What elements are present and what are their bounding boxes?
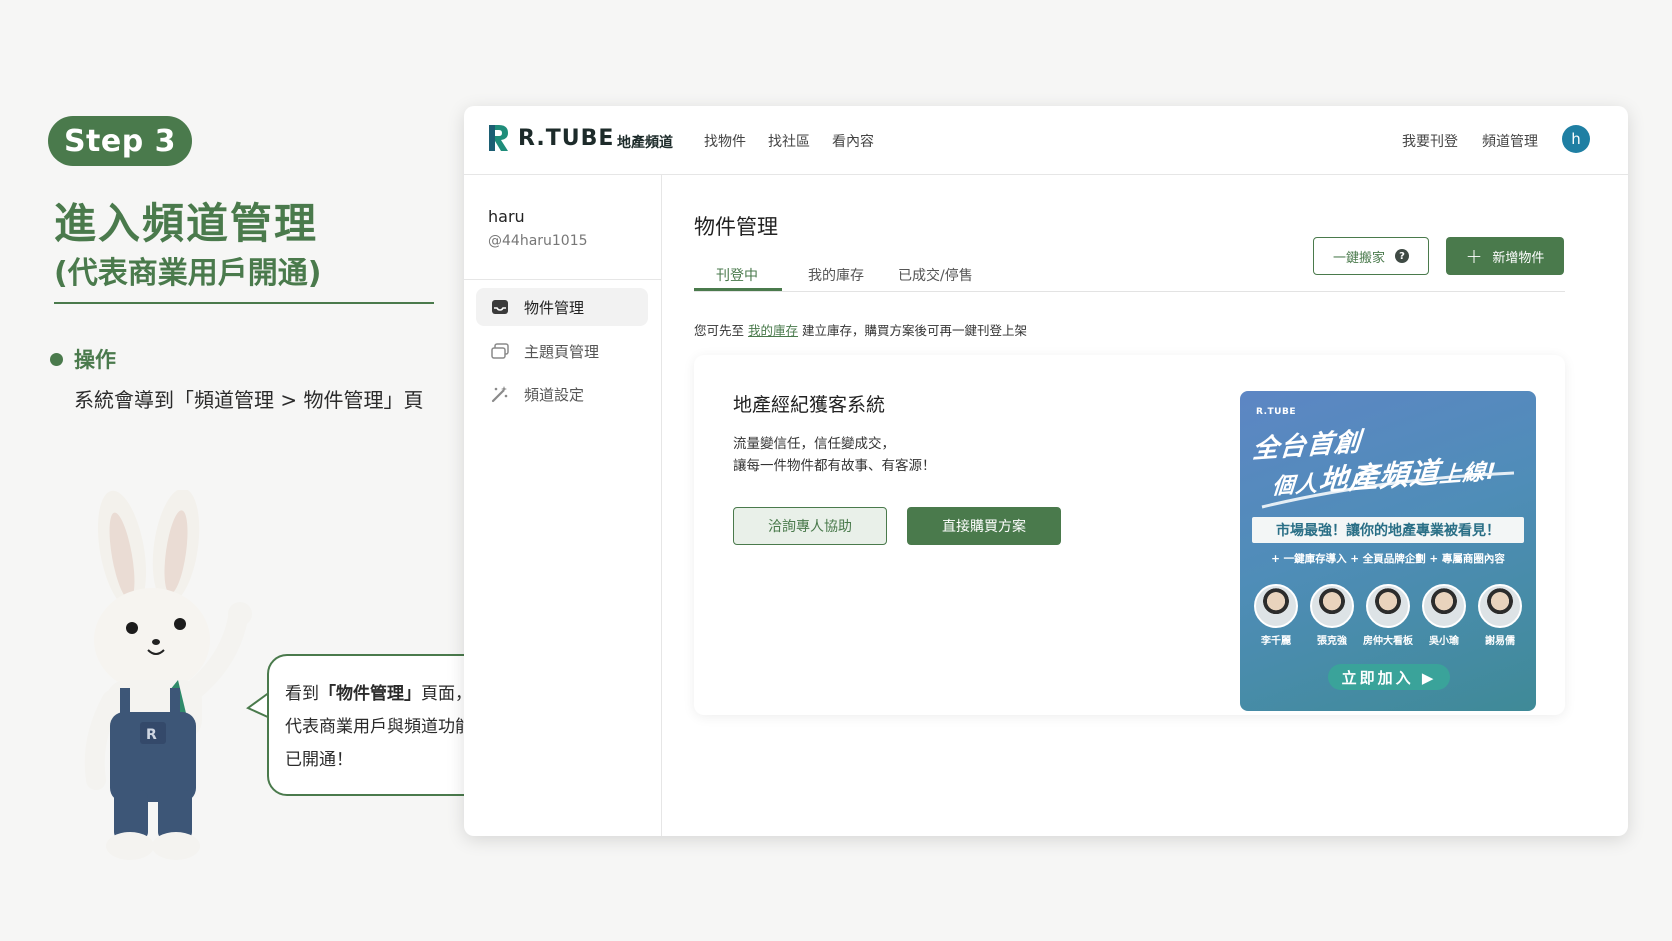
sidebar-item-label: 主題頁管理 <box>524 342 600 361</box>
main-nav: 找物件 找社區 看內容 <box>704 131 874 151</box>
rabbit-mascot-icon: R <box>84 490 252 860</box>
banner-people: 李千麗 張克強 房仲大看板 吳小瑜 謝易儒 <box>1248 584 1528 647</box>
layers-icon <box>490 341 510 361</box>
inventory-hint: 您可先至 我的庫存 建立庫存，購買方案後可再一鍵刊登上架 <box>694 320 1027 339</box>
user-nav: 我要刊登 頻道管理 <box>1402 131 1538 151</box>
bullet-dot-icon <box>50 353 63 366</box>
add-listing-button[interactable]: + 新增物件 <box>1446 237 1564 275</box>
tutorial-title: 進入頻道管理 <box>54 199 319 248</box>
person-card: 謝易儒 <box>1472 584 1528 647</box>
add-button-label: 新增物件 <box>1492 250 1545 266</box>
bubble-line-2: 代表商業用戶與頻道功能 <box>285 717 472 737</box>
my-inventory-link[interactable]: 我的庫存 <box>748 323 798 338</box>
nav-find-community[interactable]: 找社區 <box>768 131 810 151</box>
promo-desc-line-2: 讓每一件物件都有故事、有客源！ <box>733 458 936 474</box>
sidebar-item-theme-pages[interactable]: 主題頁管理 <box>476 332 648 370</box>
person-avatar <box>1254 584 1298 628</box>
nav-channel-management[interactable]: 頻道管理 <box>1482 131 1538 151</box>
promo-description: 流量變信任，信任變成交， 讓每一件物件都有故事、有客源！ <box>733 433 936 477</box>
person-name: 李千麗 <box>1261 636 1291 647</box>
banner-headline-2c: 上線! <box>1438 459 1498 489</box>
person-card: 張克強 <box>1304 584 1360 647</box>
banner-features: + 一鍵庫存導入 + 全頁品牌企劃 + 專屬商圈內容 <box>1271 553 1505 565</box>
operation-description: 系統會導到「頻道管理 > 物件管理」頁 <box>74 388 424 412</box>
person-card: 李千麗 <box>1248 584 1304 647</box>
person-card: 房仲大看板 <box>1360 584 1416 647</box>
rtube-logo-icon[interactable] <box>486 123 510 153</box>
page-title: 物件管理 <box>694 215 778 239</box>
person-avatar <box>1366 584 1410 628</box>
active-tab-indicator <box>694 288 782 291</box>
person-name: 房仲大看板 <box>1363 636 1413 647</box>
svg-text:R: R <box>146 727 157 743</box>
sidebar-item-listing-management[interactable]: 物件管理 <box>476 288 648 326</box>
main-content: 物件管理 刊登中 我的庫存 已成交/停售 一鍵搬家 ? + 新增物件 您可先至我… <box>662 175 1628 836</box>
banner-headline-2a: 個人 <box>1271 471 1320 500</box>
banner-brand: R.TUBE <box>1256 407 1296 417</box>
person-name: 張克強 <box>1317 636 1347 647</box>
plus-icon: + <box>1465 244 1483 268</box>
bubble-line-1: 看到「物件管理」頁面， <box>285 684 472 704</box>
help-icon[interactable]: ? <box>1395 249 1409 263</box>
banner-tagline: 市場最強！讓你的地產專業被看見！ <box>1252 517 1524 543</box>
sidebar: haru @44haru1015 物件管理 主題頁管理 頻道設定 <box>464 175 662 836</box>
app-window: R.TUBE 地產頻道 找物件 找社區 看內容 我要刊登 頻道管理 h haru… <box>464 106 1628 836</box>
tab-my-inventory[interactable]: 我的庫存 <box>808 265 864 285</box>
sidebar-item-label: 物件管理 <box>524 298 585 317</box>
sidebar-divider <box>464 279 661 280</box>
person-avatar <box>1422 584 1466 628</box>
magic-wand-icon <box>490 384 510 404</box>
join-now-button[interactable]: 立即加入 ▶ <box>1328 664 1450 690</box>
inbox-icon <box>490 297 510 317</box>
title-divider <box>54 302 434 304</box>
speech-bubble: 看到「物件管理」頁面， 代表商業用戶與頻道功能 已開通！ <box>267 654 496 796</box>
logo-text[interactable]: R.TUBE <box>518 126 614 151</box>
sidebar-item-label: 頻道設定 <box>524 385 585 404</box>
nav-find-listings[interactable]: 找物件 <box>704 131 746 151</box>
user-name: haru <box>488 207 525 226</box>
nav-view-content[interactable]: 看內容 <box>832 131 874 151</box>
one-click-import-button[interactable]: 一鍵搬家 ? <box>1313 237 1429 275</box>
tab-sold-suspended[interactable]: 已成交/停售 <box>898 265 973 285</box>
promo-desc-line-1: 流量變信任，信任變成交， <box>733 436 895 452</box>
operation-label: 操作 <box>74 348 116 372</box>
banner-headline-2b: 地產頻道 <box>1317 455 1441 498</box>
tab-active-listings[interactable]: 刊登中 <box>716 265 758 285</box>
person-name: 吳小瑜 <box>1429 636 1459 647</box>
top-navigation-bar: R.TUBE 地產頻道 找物件 找社區 看內容 我要刊登 頻道管理 h <box>464 106 1628 175</box>
person-name: 謝易儒 <box>1485 636 1515 647</box>
hint-suffix: 建立庫存，購買方案後可再一鍵刊登上架 <box>802 323 1028 338</box>
nav-post-listing[interactable]: 我要刊登 <box>1402 131 1458 151</box>
promo-title: 地產經紀獲客系統 <box>733 394 886 416</box>
logo-subtitle[interactable]: 地產頻道 <box>617 132 673 152</box>
buy-plan-button[interactable]: 直接購買方案 <box>907 507 1061 545</box>
person-card: 吳小瑜 <box>1416 584 1472 647</box>
avatar[interactable]: h <box>1562 125 1590 153</box>
person-avatar <box>1478 584 1522 628</box>
user-handle: @44haru1015 <box>488 233 588 249</box>
sidebar-item-channel-settings[interactable]: 頻道設定 <box>476 375 648 413</box>
step-badge: Step 3 <box>48 116 192 166</box>
hint-prefix: 您可先至 <box>694 323 745 338</box>
promo-banner[interactable]: R.TUBE 全台首創 個人地產頻道上線! 市場最強！讓你的地產專業被看見！ +… <box>1240 391 1536 711</box>
promo-card: 地產經紀獲客系統 流量變信任，信任變成交， 讓每一件物件都有故事、有客源！ 洽詢… <box>694 355 1565 715</box>
import-button-label: 一鍵搬家 <box>1332 250 1385 266</box>
tutorial-subtitle: (代表商業用戶開通) <box>54 256 322 291</box>
consult-specialist-button[interactable]: 洽詢專人協助 <box>733 507 887 545</box>
listing-tabs: 刊登中 我的庫存 已成交/停售 <box>694 255 1565 292</box>
person-avatar <box>1310 584 1354 628</box>
bubble-line-3: 已開通！ <box>285 750 353 770</box>
